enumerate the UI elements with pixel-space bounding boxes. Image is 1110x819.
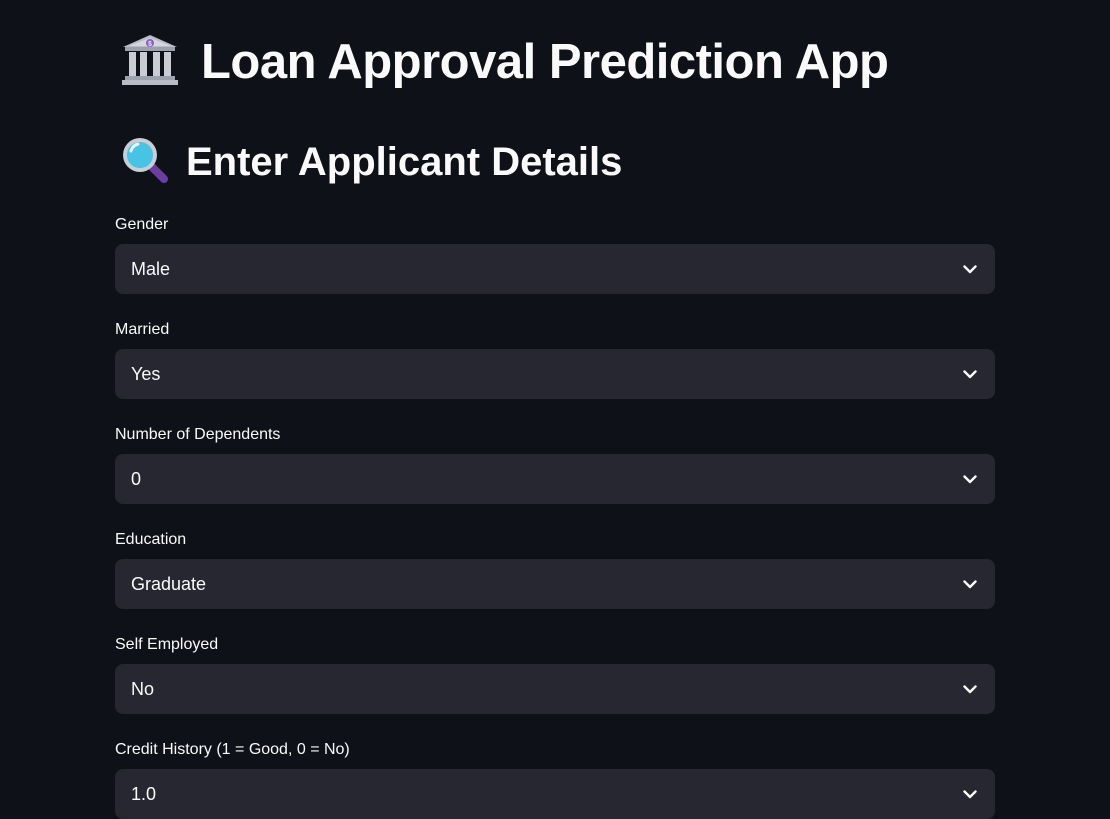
app-title: Loan Approval Prediction App — [201, 35, 889, 89]
page-title: $ Loan Approval Prediction App — [121, 30, 889, 94]
field-label: Self Employed — [115, 636, 219, 653]
self-employed-select[interactable]: No — [115, 664, 995, 714]
select-value: Male — [131, 258, 171, 279]
chevron-down-icon — [961, 365, 979, 383]
select-value: 1.0 — [131, 783, 157, 804]
field-label: Gender — [115, 216, 169, 233]
chevron-down-icon — [961, 260, 979, 278]
svg-text:$: $ — [148, 41, 152, 48]
dependents-select[interactable]: 0 — [115, 454, 995, 504]
chevron-down-icon — [961, 680, 979, 698]
credit-history-field: Credit History (1 = Good, 0 = No) 1.0 — [115, 739, 995, 819]
select-value: 0 — [131, 468, 142, 489]
education-field: Education Graduate — [115, 529, 995, 609]
select-value: Graduate — [131, 573, 207, 594]
field-label: Education — [115, 531, 187, 548]
magnifying-glass-icon — [120, 135, 170, 190]
section-heading: Enter Applicant Details — [120, 134, 622, 190]
gender-field: Gender Male — [115, 214, 995, 294]
bank-icon: $ — [121, 33, 179, 92]
chevron-down-icon — [961, 470, 979, 488]
credit-history-select[interactable]: 1.0 — [115, 769, 995, 819]
field-label: Married — [115, 321, 170, 338]
field-label: Credit History (1 = Good, 0 = No) — [115, 741, 350, 758]
section-title: Enter Applicant Details — [186, 139, 623, 184]
married-select[interactable]: Yes — [115, 349, 995, 399]
dependents-field: Number of Dependents 0 — [115, 424, 995, 504]
self-employed-field: Self Employed No — [115, 634, 995, 714]
chevron-down-icon — [961, 575, 979, 593]
education-select[interactable]: Graduate — [115, 559, 995, 609]
select-value: Yes — [131, 363, 161, 384]
field-label: Number of Dependents — [115, 426, 281, 443]
chevron-down-icon — [961, 785, 979, 803]
select-value: No — [131, 678, 155, 699]
married-field: Married Yes — [115, 319, 995, 399]
gender-select[interactable]: Male — [115, 244, 995, 294]
